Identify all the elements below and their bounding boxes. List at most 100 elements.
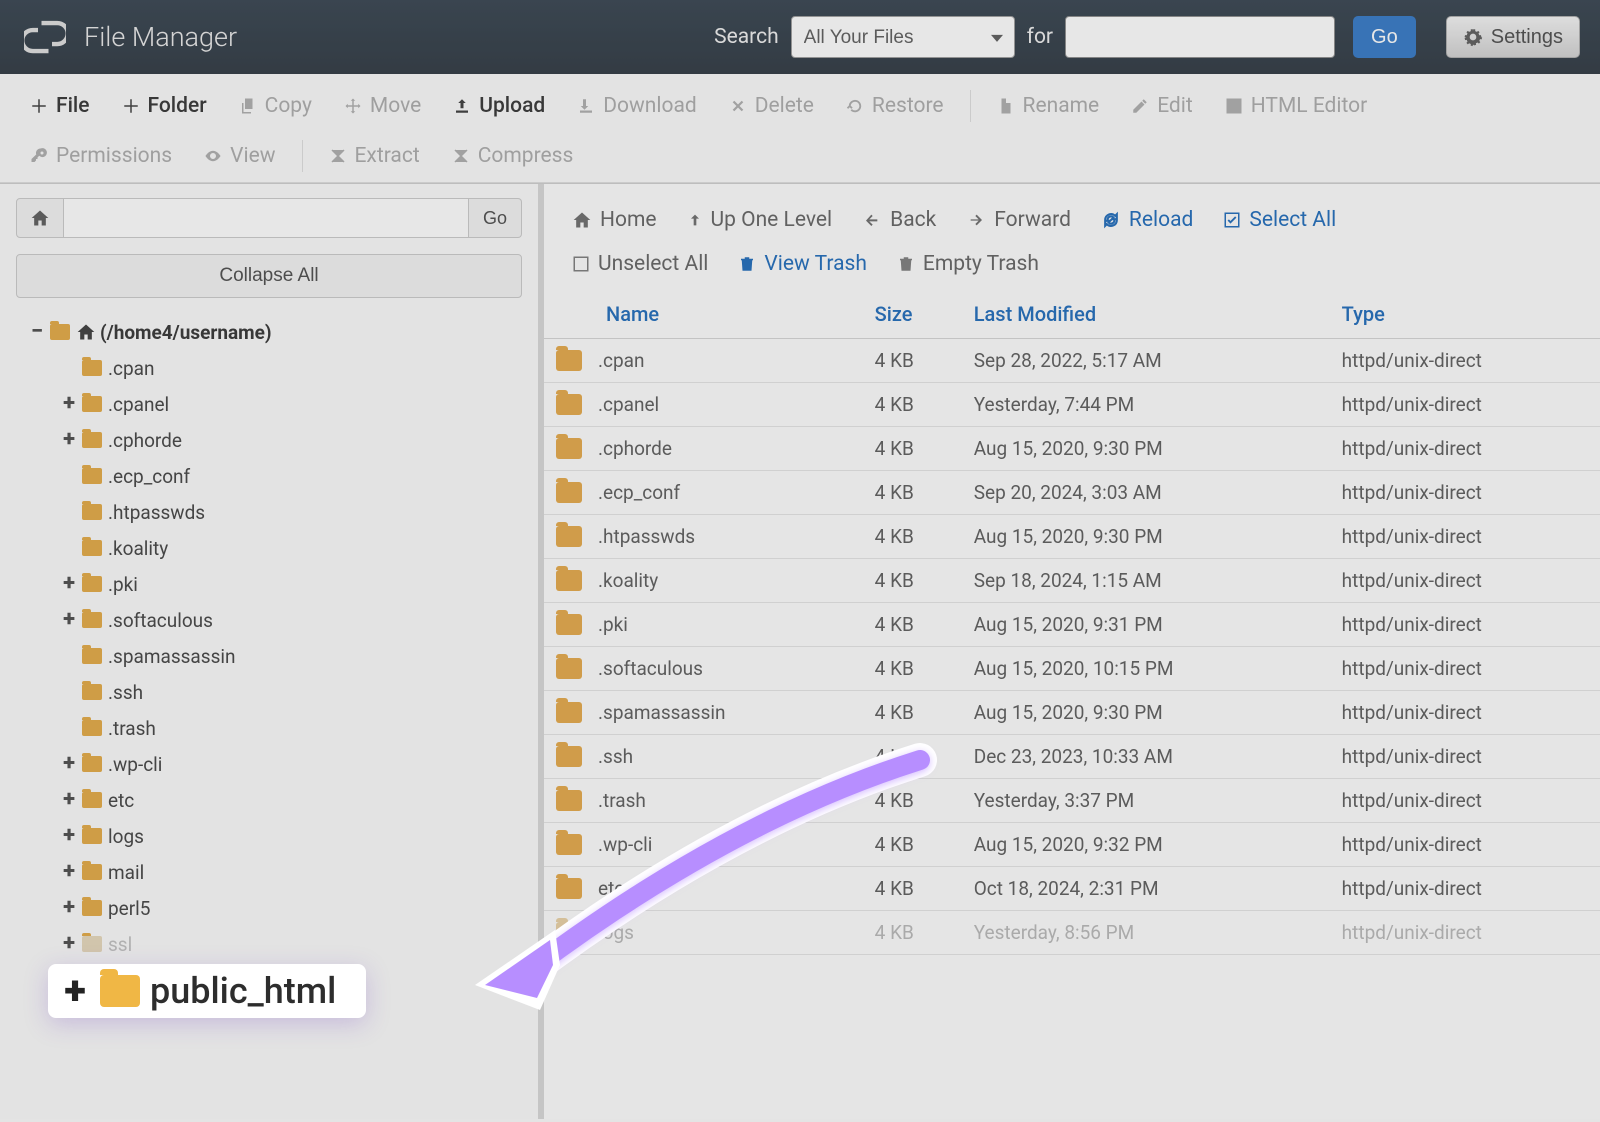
tree-item[interactable]: .ssh bbox=[28, 674, 522, 710]
expand-icon[interactable]: + bbox=[60, 393, 78, 415]
table-row[interactable]: .koality4 KBSep 18, 2024, 1:15 AMhttpd/u… bbox=[544, 559, 1600, 603]
table-row[interactable]: .htpasswds4 KBAug 15, 2020, 9:30 PMhttpd… bbox=[544, 515, 1600, 559]
download-button[interactable]: Download bbox=[565, 88, 709, 124]
expand-icon[interactable]: + bbox=[60, 573, 78, 595]
tree-item[interactable]: +.pki bbox=[28, 566, 522, 602]
rename-button[interactable]: Rename bbox=[985, 88, 1112, 124]
nav-home-button[interactable]: Home bbox=[564, 204, 665, 236]
new-file-button[interactable]: File bbox=[18, 88, 102, 124]
tree-item[interactable]: .cpan bbox=[28, 350, 522, 386]
expand-icon[interactable]: + bbox=[60, 753, 78, 775]
table-row[interactable]: .pki4 KBAug 15, 2020, 9:31 PMhttpd/unix-… bbox=[544, 603, 1600, 647]
compress-button[interactable]: Compress bbox=[440, 138, 586, 174]
delete-icon bbox=[729, 97, 747, 115]
up-label: Up One Level bbox=[711, 208, 833, 232]
gear-icon bbox=[1463, 27, 1483, 47]
view-trash-button[interactable]: View Trash bbox=[730, 248, 875, 280]
expand-icon[interactable]: + bbox=[60, 897, 78, 919]
tree-item[interactable]: +.cpanel bbox=[28, 386, 522, 422]
permissions-button[interactable]: Permissions bbox=[18, 138, 184, 174]
expand-icon[interactable]: + bbox=[60, 429, 78, 451]
col-name[interactable]: Name bbox=[544, 290, 865, 339]
move-button[interactable]: Move bbox=[332, 88, 433, 124]
tree-item[interactable]: +perl5 bbox=[28, 890, 522, 926]
table-row[interactable]: .trash4 KBYesterday, 3:37 PMhttpd/unix-d… bbox=[544, 779, 1600, 823]
table-row[interactable]: .spamassassin4 KBAug 15, 2020, 9:30 PMht… bbox=[544, 691, 1600, 735]
table-row[interactable]: .cpanel4 KBYesterday, 7:44 PMhttpd/unix-… bbox=[544, 383, 1600, 427]
html-editor-button[interactable]: HTML Editor bbox=[1213, 88, 1380, 124]
table-row[interactable]: .ssh4 KBDec 23, 2023, 10:33 AMhttpd/unix… bbox=[544, 735, 1600, 779]
unselect-all-button[interactable]: Unselect All bbox=[564, 248, 716, 280]
file-modified: Aug 15, 2020, 10:15 PM bbox=[964, 647, 1332, 691]
col-type[interactable]: Type bbox=[1332, 290, 1600, 339]
table-row[interactable]: etc4 KBOct 18, 2024, 2:31 PMhttpd/unix-d… bbox=[544, 867, 1600, 911]
expand-icon[interactable]: + bbox=[60, 861, 78, 883]
tree-item[interactable]: .koality bbox=[28, 530, 522, 566]
expand-icon[interactable]: + bbox=[60, 933, 78, 955]
tree-item[interactable]: +.wp-cli bbox=[28, 746, 522, 782]
file-size: 4 KB bbox=[865, 867, 964, 911]
trash-icon bbox=[897, 254, 915, 274]
back-label: Back bbox=[890, 208, 936, 232]
new-folder-button[interactable]: Folder bbox=[110, 88, 219, 124]
table-row[interactable]: logs4 KBYesterday, 8:56 PMhttpd/unix-dir… bbox=[544, 911, 1600, 955]
callout-label: public_html bbox=[150, 970, 336, 1012]
restore-button[interactable]: Restore bbox=[834, 88, 956, 124]
nav-up-button[interactable]: Up One Level bbox=[679, 204, 841, 236]
tree-item[interactable]: +.cphorde bbox=[28, 422, 522, 458]
file-size: 4 KB bbox=[865, 691, 964, 735]
copy-icon bbox=[239, 97, 257, 115]
tree-item[interactable]: .ecp_conf bbox=[28, 458, 522, 494]
settings-button[interactable]: Settings bbox=[1446, 16, 1580, 58]
tree-item[interactable]: .htpasswds bbox=[28, 494, 522, 530]
edit-button[interactable]: Edit bbox=[1119, 88, 1205, 124]
empty-trash-button[interactable]: Empty Trash bbox=[889, 248, 1047, 280]
collapse-icon[interactable]: − bbox=[28, 321, 46, 343]
folder-icon bbox=[82, 432, 102, 448]
key-icon bbox=[30, 147, 48, 165]
col-size[interactable]: Size bbox=[865, 290, 964, 339]
table-row[interactable]: .ecp_conf4 KBSep 20, 2024, 3:03 AMhttpd/… bbox=[544, 471, 1600, 515]
table-row[interactable]: .cpan4 KBSep 28, 2022, 5:17 AMhttpd/unix… bbox=[544, 339, 1600, 383]
expand-icon[interactable]: + bbox=[60, 825, 78, 847]
tree-path-input[interactable] bbox=[64, 198, 469, 238]
view-button[interactable]: View bbox=[192, 138, 287, 174]
up-arrow-icon bbox=[687, 210, 703, 230]
view-label: View bbox=[230, 144, 275, 168]
tree-root[interactable]: − (/home4/username) bbox=[28, 314, 522, 350]
nav-forward-button[interactable]: Forward bbox=[958, 204, 1079, 236]
view-trash-label: View Trash bbox=[764, 252, 867, 276]
tree-home-button[interactable] bbox=[16, 198, 64, 238]
tree-go-button[interactable]: Go bbox=[469, 198, 522, 238]
tree-item[interactable]: +etc bbox=[28, 782, 522, 818]
extract-icon bbox=[329, 147, 347, 165]
collapse-all-button[interactable]: Collapse All bbox=[16, 254, 522, 298]
tree-item[interactable]: +mail bbox=[28, 854, 522, 890]
reload-button[interactable]: Reload bbox=[1093, 204, 1201, 236]
permissions-label: Permissions bbox=[56, 144, 172, 168]
extract-button[interactable]: Extract bbox=[317, 138, 432, 174]
tree-item[interactable]: .trash bbox=[28, 710, 522, 746]
tree-item[interactable]: +.softaculous bbox=[28, 602, 522, 638]
table-row[interactable]: .wp-cli4 KBAug 15, 2020, 9:32 PMhttpd/un… bbox=[544, 823, 1600, 867]
file-type: httpd/unix-direct bbox=[1332, 647, 1600, 691]
upload-button[interactable]: Upload bbox=[441, 88, 557, 124]
search-go-button[interactable]: Go bbox=[1353, 16, 1416, 58]
expand-icon[interactable]: + bbox=[60, 789, 78, 811]
search-scope-select[interactable]: All Your Files bbox=[791, 16, 1015, 58]
delete-button[interactable]: Delete bbox=[717, 88, 826, 124]
table-row[interactable]: .cphorde4 KBAug 15, 2020, 9:30 PMhttpd/u… bbox=[544, 427, 1600, 471]
tree-item[interactable]: +logs bbox=[28, 818, 522, 854]
search-input[interactable] bbox=[1065, 16, 1335, 58]
tree-item[interactable]: .spamassassin bbox=[28, 638, 522, 674]
select-all-button[interactable]: Select All bbox=[1215, 204, 1344, 236]
copy-button[interactable]: Copy bbox=[227, 88, 324, 124]
expand-icon[interactable]: + bbox=[60, 609, 78, 631]
col-modified[interactable]: Last Modified bbox=[964, 290, 1332, 339]
file-modified: Dec 23, 2023, 10:33 AM bbox=[964, 735, 1332, 779]
table-row[interactable]: .softaculous4 KBAug 15, 2020, 10:15 PMht… bbox=[544, 647, 1600, 691]
tree-item[interactable]: +ssl bbox=[28, 926, 522, 962]
file-name: .cpan bbox=[598, 349, 644, 372]
nav-back-button[interactable]: Back bbox=[854, 204, 944, 236]
file-modified: Yesterday, 3:37 PM bbox=[964, 779, 1332, 823]
